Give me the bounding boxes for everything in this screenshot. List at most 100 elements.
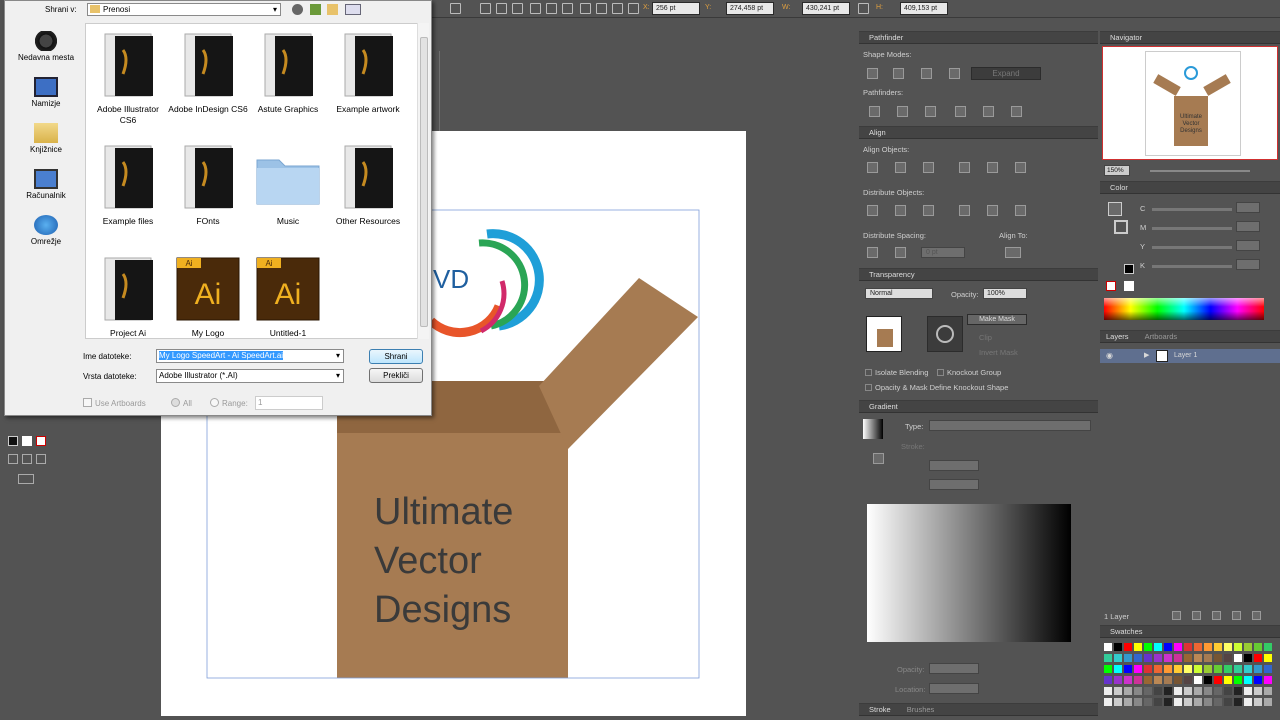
swatch[interactable] <box>1254 654 1262 662</box>
divide-icon[interactable] <box>869 106 880 117</box>
unite-icon[interactable] <box>867 68 878 79</box>
swatch[interactable] <box>1194 687 1202 695</box>
draw-behind-icon[interactable] <box>22 454 32 464</box>
color-title[interactable]: Color <box>1100 182 1280 194</box>
file-item[interactable]: Music <box>248 142 328 227</box>
swatch[interactable] <box>1134 654 1142 662</box>
swatch[interactable] <box>1194 643 1202 651</box>
distribute-center-icon[interactable] <box>596 3 607 14</box>
navigator-preview[interactable]: Ultimate Vector Designs <box>1102 46 1278 160</box>
file-item[interactable]: Example artwork <box>328 30 408 115</box>
swatch[interactable] <box>1194 665 1202 673</box>
swatch[interactable] <box>1154 665 1162 673</box>
swatch[interactable] <box>1154 654 1162 662</box>
dist-bottom-icon[interactable] <box>923 205 934 216</box>
y-field[interactable] <box>1236 240 1260 251</box>
distribute-bottom-icon[interactable] <box>612 3 623 14</box>
swatch[interactable] <box>1184 687 1192 695</box>
align-middle-icon[interactable] <box>546 3 557 14</box>
angle-field[interactable] <box>929 460 979 471</box>
swatch[interactable] <box>1134 665 1142 673</box>
location-select[interactable]: Prenosi ▾ <box>87 3 281 16</box>
blend-mode-select[interactable]: Normal <box>865 288 933 299</box>
dist-right-icon[interactable] <box>1015 205 1026 216</box>
link-icon[interactable] <box>858 3 869 14</box>
file-list-scrollbar[interactable] <box>417 23 429 339</box>
swatch[interactable] <box>1214 687 1222 695</box>
swatch[interactable] <box>1224 698 1232 706</box>
swatch[interactable] <box>1164 643 1172 651</box>
swatch[interactable] <box>1184 676 1192 684</box>
swatch[interactable] <box>1244 654 1252 662</box>
m-slider[interactable] <box>1152 227 1232 230</box>
swatch[interactable] <box>1114 676 1122 684</box>
swatch[interactable] <box>1174 643 1182 651</box>
swatch[interactable] <box>1244 676 1252 684</box>
reverse-gradient-icon[interactable] <box>873 453 884 464</box>
all-radio[interactable] <box>171 398 180 407</box>
c-slider[interactable] <box>1152 208 1232 211</box>
swatch[interactable] <box>1204 676 1212 684</box>
swatch[interactable] <box>1204 643 1212 651</box>
black-swatch-icon[interactable] <box>1124 264 1134 274</box>
pathfinder-title[interactable]: Pathfinder <box>859 32 1098 44</box>
dist-top-icon[interactable] <box>867 205 878 216</box>
swatch[interactable] <box>1154 698 1162 706</box>
swatch[interactable] <box>1224 654 1232 662</box>
new-sublayer-icon[interactable] <box>1212 611 1221 620</box>
isolate-checkbox[interactable] <box>865 369 872 376</box>
file-item[interactable]: FOnts <box>168 142 248 227</box>
swatch[interactable] <box>1224 665 1232 673</box>
location-field[interactable] <box>929 683 979 694</box>
swatch[interactable] <box>1264 665 1272 673</box>
swatch[interactable] <box>1184 698 1192 706</box>
swatch[interactable] <box>1204 665 1212 673</box>
delete-layer-icon[interactable] <box>1252 611 1261 620</box>
swatch[interactable] <box>1124 643 1132 651</box>
intersect-icon[interactable] <box>921 68 932 79</box>
none-swatch-icon[interactable] <box>36 436 46 446</box>
eye-icon[interactable]: ◉ <box>1106 351 1116 360</box>
draw-inside-icon[interactable] <box>36 454 46 464</box>
layer-row[interactable]: ◉ ▶ Layer 1 <box>1100 349 1280 363</box>
swatch[interactable] <box>1164 654 1172 662</box>
place-libraries[interactable]: Knjižnice <box>8 123 84 154</box>
swatch[interactable] <box>1104 654 1112 662</box>
swatch[interactable] <box>1244 665 1252 673</box>
color-spectrum[interactable] <box>1104 298 1264 320</box>
cancel-button[interactable]: Prekliči <box>369 368 423 383</box>
file-list[interactable]: Adobe Illustrator CS6 Adobe InDesign CS6 A… <box>85 23 421 339</box>
k-slider[interactable] <box>1152 265 1232 268</box>
gradient-preview[interactable] <box>867 504 1071 642</box>
swatch[interactable] <box>1134 698 1142 706</box>
swatch[interactable] <box>1124 654 1132 662</box>
space-v-icon[interactable] <box>867 247 878 258</box>
dist-hcenter-icon[interactable] <box>987 205 998 216</box>
crop-icon[interactable] <box>955 106 966 117</box>
scrollbar-thumb[interactable] <box>420 37 428 327</box>
use-artboards-checkbox[interactable] <box>83 398 92 407</box>
swatch[interactable] <box>1234 698 1242 706</box>
tab-stroke[interactable]: Stroke <box>869 705 891 714</box>
swatch[interactable] <box>1184 665 1192 673</box>
c-field[interactable] <box>1236 202 1260 213</box>
tab-artboards[interactable]: Artboards <box>1145 332 1178 341</box>
zoom-slider[interactable] <box>1150 170 1250 172</box>
layer-name[interactable]: Layer 1 <box>1174 352 1197 359</box>
x-field[interactable]: 256 pt <box>652 2 700 15</box>
range-radio[interactable] <box>210 398 219 407</box>
swatch[interactable] <box>1214 654 1222 662</box>
space-h-icon[interactable] <box>895 247 906 258</box>
swatch[interactable] <box>1224 687 1232 695</box>
align-vcenter-icon[interactable] <box>987 162 998 173</box>
swatch[interactable] <box>1124 665 1132 673</box>
swatch[interactable] <box>1174 676 1182 684</box>
back-icon[interactable] <box>292 4 303 15</box>
place-recent[interactable]: Nedavna mesta <box>8 31 84 62</box>
swatch[interactable] <box>1194 698 1202 706</box>
align-top-icon[interactable] <box>959 162 970 173</box>
swatch[interactable] <box>1154 687 1162 695</box>
swatch[interactable] <box>1164 687 1172 695</box>
opacity-field[interactable]: 100% <box>983 288 1027 299</box>
swatch[interactable] <box>1134 643 1142 651</box>
